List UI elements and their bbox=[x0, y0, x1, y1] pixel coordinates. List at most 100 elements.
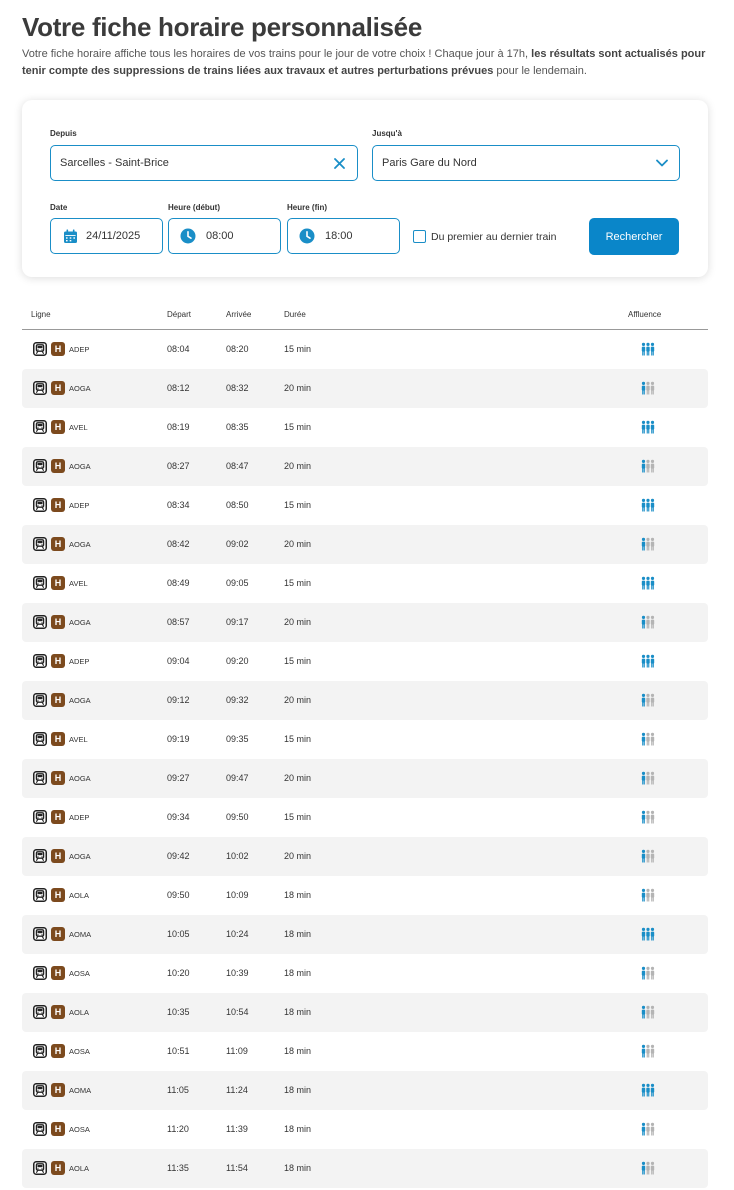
table-row[interactable]: H ADEP 09:04 09:20 15 min bbox=[22, 642, 708, 681]
train-icon bbox=[33, 1122, 47, 1136]
header-line: Ligne bbox=[31, 310, 51, 319]
duration: 15 min bbox=[284, 734, 312, 744]
mission-code: AOMA bbox=[69, 930, 92, 939]
first-last-train-option[interactable]: Du premier au dernier train bbox=[413, 230, 556, 243]
line-badge: H bbox=[51, 1005, 65, 1019]
line-badge: H bbox=[51, 1122, 65, 1136]
crowd-icon bbox=[641, 927, 655, 941]
train-icon bbox=[33, 732, 47, 746]
table-row[interactable]: H AOGA 09:12 09:32 20 min bbox=[22, 681, 708, 720]
from-field[interactable]: Sarcelles - Saint-Brice bbox=[50, 145, 358, 181]
start-time-value: 08:00 bbox=[206, 230, 234, 242]
table-row[interactable]: H AOSA 10:51 11:09 18 min bbox=[22, 1032, 708, 1071]
table-row[interactable]: H AOSA 10:20 10:39 18 min bbox=[22, 954, 708, 993]
crowd-icon bbox=[641, 1044, 655, 1058]
departure-time: 09:42 bbox=[167, 851, 190, 861]
table-row[interactable]: H AOMA 11:05 11:24 18 min bbox=[22, 1071, 708, 1110]
end-time-field[interactable]: 18:00 bbox=[287, 218, 400, 254]
mission-code: AVEL bbox=[69, 423, 88, 432]
arrival-time: 11:39 bbox=[226, 1124, 248, 1134]
crowd-icon bbox=[641, 771, 655, 785]
duration: 18 min bbox=[284, 1163, 312, 1173]
line-badge: H bbox=[51, 1161, 65, 1175]
mission-code: AOSA bbox=[69, 1125, 90, 1134]
table-row[interactable]: H AOGA 08:42 09:02 20 min bbox=[22, 525, 708, 564]
table-row[interactable]: H AOLA 10:35 10:54 18 min bbox=[22, 993, 708, 1032]
to-value: Paris Gare du Nord bbox=[382, 157, 477, 169]
table-row[interactable]: H AOGA 09:27 09:47 20 min bbox=[22, 759, 708, 798]
to-label: Jusqu'à bbox=[372, 129, 402, 138]
mission-code: AOGA bbox=[69, 774, 91, 783]
page-title: Votre fiche horaire personnalisée bbox=[22, 12, 422, 42]
mission-code: AOGA bbox=[69, 540, 91, 549]
table-row[interactable]: H ADEP 09:34 09:50 15 min bbox=[22, 798, 708, 837]
arrival-time: 11:54 bbox=[226, 1163, 248, 1173]
mission-code: ADEP bbox=[69, 813, 90, 822]
mission-code: AOGA bbox=[69, 618, 91, 627]
line-badge: H bbox=[51, 849, 65, 863]
first-last-train-label: Du premier au dernier train bbox=[431, 230, 557, 243]
crowd-icon bbox=[641, 693, 655, 707]
to-select[interactable]: Paris Gare du Nord bbox=[372, 145, 680, 181]
table-row[interactable]: H AOLA 09:50 10:09 18 min bbox=[22, 876, 708, 915]
search-button[interactable]: Rechercher bbox=[589, 218, 679, 255]
table-row[interactable]: H AOGA 08:27 08:47 20 min bbox=[22, 447, 708, 486]
duration: 15 min bbox=[284, 422, 312, 432]
duration: 20 min bbox=[284, 383, 312, 393]
arrival-time: 08:20 bbox=[226, 344, 249, 354]
table-row[interactable]: H AOGA 09:42 10:02 20 min bbox=[22, 837, 708, 876]
train-icon bbox=[33, 342, 47, 356]
table-row[interactable]: H ADEP 08:04 08:20 15 min bbox=[22, 330, 708, 369]
arrival-time: 10:54 bbox=[226, 1007, 249, 1017]
line-badge: H bbox=[51, 1083, 65, 1097]
calendar-icon bbox=[62, 228, 78, 244]
departure-time: 08:27 bbox=[167, 461, 190, 471]
mission-code: AVEL bbox=[69, 735, 88, 744]
table-row[interactable]: H AOLA 11:35 11:54 18 min bbox=[22, 1149, 708, 1188]
duration: 20 min bbox=[284, 617, 312, 627]
train-icon bbox=[33, 966, 47, 980]
line-badge: H bbox=[51, 771, 65, 785]
departure-time: 09:34 bbox=[167, 812, 190, 822]
first-last-train-checkbox[interactable] bbox=[413, 230, 426, 243]
crowd-icon bbox=[641, 654, 655, 668]
table-row[interactable]: H AVEL 08:49 09:05 15 min bbox=[22, 564, 708, 603]
line-badge: H bbox=[51, 927, 65, 941]
table-row[interactable]: H AVEL 08:19 08:35 15 min bbox=[22, 408, 708, 447]
line-badge: H bbox=[51, 693, 65, 707]
line-badge: H bbox=[51, 615, 65, 629]
mission-code: AOGA bbox=[69, 384, 91, 393]
train-icon bbox=[33, 381, 47, 395]
train-icon bbox=[33, 420, 47, 434]
arrival-time: 09:35 bbox=[226, 734, 249, 744]
clock-icon bbox=[299, 228, 315, 244]
intro-text-part-1: Votre fiche horaire affiche tous les hor… bbox=[22, 48, 532, 60]
train-icon bbox=[33, 537, 47, 551]
line-badge: H bbox=[51, 420, 65, 434]
timetable: H ADEP 08:04 08:20 15 min H AOGA 08:12 08:32 20 m… bbox=[22, 330, 708, 1188]
crowd-icon bbox=[641, 537, 655, 551]
mission-code: AOSA bbox=[69, 1047, 90, 1056]
table-row[interactable]: H ADEP 08:34 08:50 15 min bbox=[22, 486, 708, 525]
arrival-time: 08:35 bbox=[226, 422, 249, 432]
table-row[interactable]: H AOMA 10:05 10:24 18 min bbox=[22, 915, 708, 954]
table-row[interactable]: H AOGA 08:57 09:17 20 min bbox=[22, 603, 708, 642]
crowd-icon bbox=[641, 576, 655, 590]
crowd-icon bbox=[641, 381, 655, 395]
duration: 18 min bbox=[284, 968, 312, 978]
date-field[interactable]: 24/11/2025 bbox=[50, 218, 163, 254]
train-icon bbox=[33, 771, 47, 785]
clear-icon[interactable] bbox=[331, 155, 347, 171]
duration: 15 min bbox=[284, 344, 312, 354]
crowd-icon bbox=[641, 1161, 655, 1175]
train-icon bbox=[33, 1083, 47, 1097]
end-time-value: 18:00 bbox=[325, 230, 353, 242]
arrival-time: 09:47 bbox=[226, 773, 249, 783]
duration: 18 min bbox=[284, 1085, 312, 1095]
mission-code: AOGA bbox=[69, 462, 91, 471]
table-row[interactable]: H AVEL 09:19 09:35 15 min bbox=[22, 720, 708, 759]
table-row[interactable]: H AOGA 08:12 08:32 20 min bbox=[22, 369, 708, 408]
start-time-field[interactable]: 08:00 bbox=[168, 218, 281, 254]
table-row[interactable]: H AOSA 11:20 11:39 18 min bbox=[22, 1110, 708, 1149]
train-icon bbox=[33, 1044, 47, 1058]
